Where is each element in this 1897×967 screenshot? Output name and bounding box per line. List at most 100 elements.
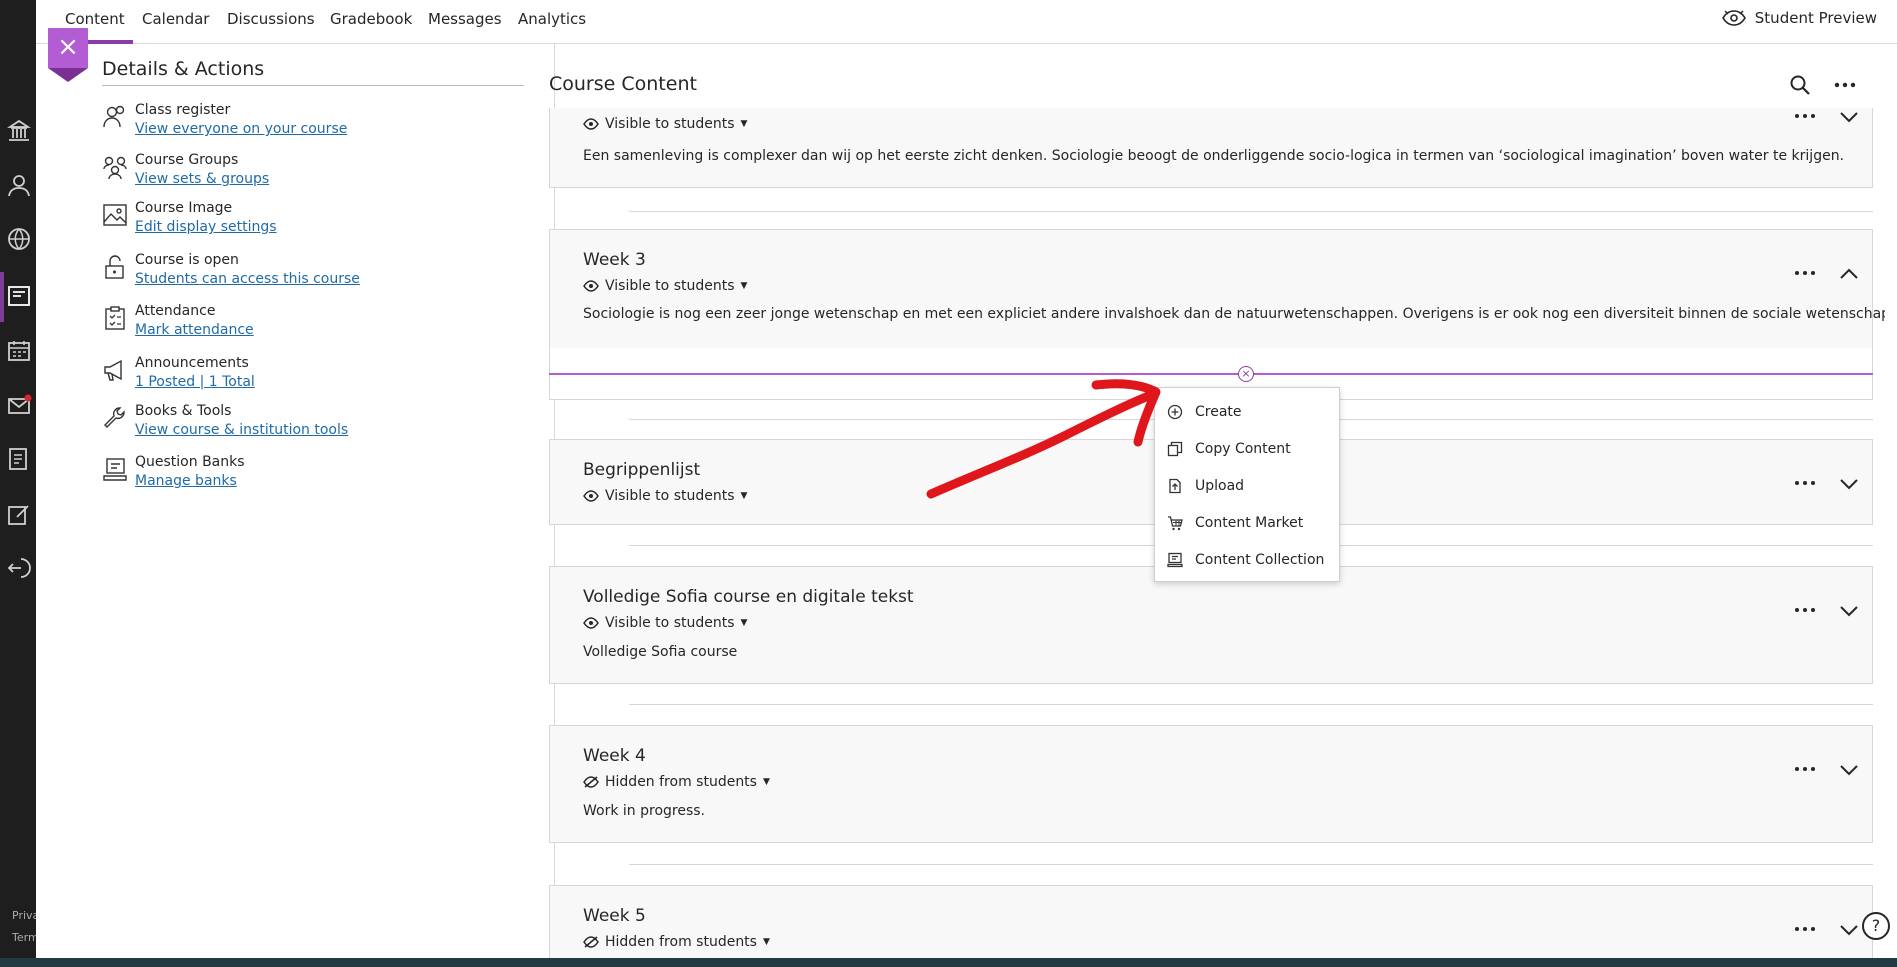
content-title[interactable]: Week 5 <box>583 906 646 926</box>
menu-item-label: Copy Content <box>1195 440 1291 457</box>
content-description: Work in progress. <box>583 803 706 819</box>
content-card-week-4[interactable]: Week 4 Hidden from students ▼ Work in pr… <box>549 725 1873 843</box>
caret-down-icon: ▼ <box>762 937 770 947</box>
chevron-down-icon[interactable] <box>1838 763 1860 777</box>
course-image-link[interactable]: Edit display settings <box>135 219 277 235</box>
grades-icon[interactable] <box>6 446 32 472</box>
more-options-icon[interactable] <box>1794 478 1816 488</box>
more-options-icon[interactable] <box>1794 268 1816 278</box>
more-options-icon[interactable] <box>1833 74 1857 96</box>
visibility-label: Visible to students <box>605 488 735 504</box>
menu-item-create[interactable]: Create <box>1155 393 1339 430</box>
globe-icon[interactable] <box>6 226 32 252</box>
wrench-icon <box>104 407 125 428</box>
menu-item-content-collection[interactable]: Content Collection <box>1155 541 1339 578</box>
more-options-icon[interactable] <box>1794 605 1816 615</box>
content-title[interactable]: Week 4 <box>583 746 646 766</box>
sign-out-icon[interactable] <box>6 555 32 581</box>
announcements-link[interactable]: 1 Posted | 1 Total <box>135 374 255 390</box>
content-title[interactable]: Volledige Sofia course en digitale tekst <box>583 587 914 607</box>
more-options-icon[interactable] <box>1794 924 1816 934</box>
visibility-dropdown[interactable]: Hidden from students ▼ <box>583 934 770 950</box>
course-open-title: Course is open <box>135 252 239 268</box>
books-tools-title: Books & Tools <box>135 403 232 419</box>
chevron-down-icon[interactable] <box>1838 477 1860 491</box>
eye-icon <box>583 490 599 502</box>
eye-icon <box>583 280 599 292</box>
attendance-link[interactable]: Mark attendance <box>135 322 254 338</box>
visibility-dropdown[interactable]: Visible to students ▼ <box>583 116 747 132</box>
chevron-down-icon[interactable] <box>1838 604 1860 618</box>
calendar-icon[interactable] <box>6 338 32 364</box>
tools-icon[interactable] <box>6 501 32 527</box>
visibility-label: Hidden from students <box>605 774 757 790</box>
messages-icon[interactable] <box>6 392 32 418</box>
help-icon[interactable]: ? <box>1862 912 1890 940</box>
books-tools-link[interactable]: View course & institution tools <box>135 422 348 438</box>
search-icon[interactable] <box>1789 74 1811 96</box>
collection-icon <box>1167 552 1183 567</box>
tab-analytics[interactable]: Analytics <box>518 0 586 44</box>
visibility-label: Visible to students <box>605 278 735 294</box>
upload-icon <box>1169 478 1181 493</box>
attendance-title: Attendance <box>135 303 216 319</box>
chevron-down-icon[interactable] <box>1838 923 1860 937</box>
content-card-intro[interactable]: Visible to students ▼ Een samenleving is… <box>549 108 1873 188</box>
tab-gradebook[interactable]: Gradebook <box>330 0 412 44</box>
content-title[interactable]: Week 3 <box>583 250 646 270</box>
course-content-title: Course Content <box>549 73 697 95</box>
institution-icon[interactable] <box>6 118 32 144</box>
divider <box>629 864 1873 865</box>
eye-preview-icon <box>1721 10 1746 26</box>
divider <box>629 211 1873 212</box>
clipboard-icon <box>105 306 125 330</box>
more-options-icon[interactable] <box>1794 764 1816 774</box>
visibility-dropdown[interactable]: Visible to students ▼ <box>583 615 747 631</box>
details-divider <box>102 85 524 86</box>
course-image-title: Course Image <box>135 200 233 216</box>
question-banks-link[interactable]: Manage banks <box>135 473 237 489</box>
content-description: Sociologie is nog een zeer jonge wetensc… <box>583 306 1885 322</box>
chevron-up-icon[interactable] <box>1838 267 1860 281</box>
close-insert-icon[interactable]: × <box>1238 366 1254 382</box>
tab-calendar[interactable]: Calendar <box>142 0 209 44</box>
divider <box>629 704 1873 705</box>
menu-item-label: Content Collection <box>1195 551 1325 568</box>
course-tabs: Content Calendar Discussions Gradebook M… <box>36 0 1897 44</box>
terms-link[interactable]: Term <box>12 931 39 944</box>
visibility-dropdown[interactable]: Visible to students ▼ <box>583 278 747 294</box>
chevron-down-icon[interactable] <box>1838 110 1860 124</box>
course-groups-link[interactable]: View sets & groups <box>135 171 269 187</box>
eye-hidden-icon <box>583 776 599 788</box>
details-title: Details & Actions <box>102 58 265 80</box>
profile-icon[interactable] <box>6 172 32 198</box>
more-options-icon[interactable] <box>1794 111 1816 121</box>
menu-item-upload[interactable]: Upload <box>1155 467 1339 504</box>
student-preview-button[interactable]: Student Preview <box>1721 9 1877 27</box>
details-actions-panel: Details & Actions Class register View ev… <box>66 44 555 958</box>
class-register-link[interactable]: View everyone on your course <box>135 121 347 137</box>
close-panel-button[interactable]: × <box>48 28 88 68</box>
visibility-dropdown[interactable]: Visible to students ▼ <box>583 488 747 504</box>
menu-item-content-market[interactable]: Content Market <box>1155 504 1339 541</box>
visibility-dropdown[interactable]: Hidden from students ▼ <box>583 774 770 790</box>
bottom-bar <box>0 958 1897 967</box>
insert-content-line[interactable] <box>549 373 1873 375</box>
tab-discussions[interactable]: Discussions <box>227 0 315 44</box>
content-title[interactable]: Begrippenlijst <box>583 460 700 480</box>
courses-icon[interactable] <box>6 283 32 309</box>
content-card-week-3[interactable]: Week 3 Visible to students ▼ Sociologie … <box>549 229 1885 349</box>
image-icon <box>103 204 127 226</box>
cart-icon <box>1168 515 1183 530</box>
groups-icon <box>103 156 127 180</box>
course-open-link[interactable]: Students can access this course <box>135 271 360 287</box>
tab-messages[interactable]: Messages <box>428 0 502 44</box>
menu-item-copy-content[interactable]: Copy Content <box>1155 430 1339 467</box>
content-card-volledige-sofia[interactable]: Volledige Sofia course en digitale tekst… <box>549 566 1873 684</box>
caret-down-icon: ▼ <box>740 281 748 291</box>
menu-item-label: Upload <box>1195 477 1245 494</box>
menu-item-label: Create <box>1195 403 1242 420</box>
class-register-title: Class register <box>135 102 231 118</box>
content-card-week-5[interactable]: Week 5 Hidden from students ▼ <box>549 885 1873 958</box>
megaphone-icon <box>104 359 122 381</box>
